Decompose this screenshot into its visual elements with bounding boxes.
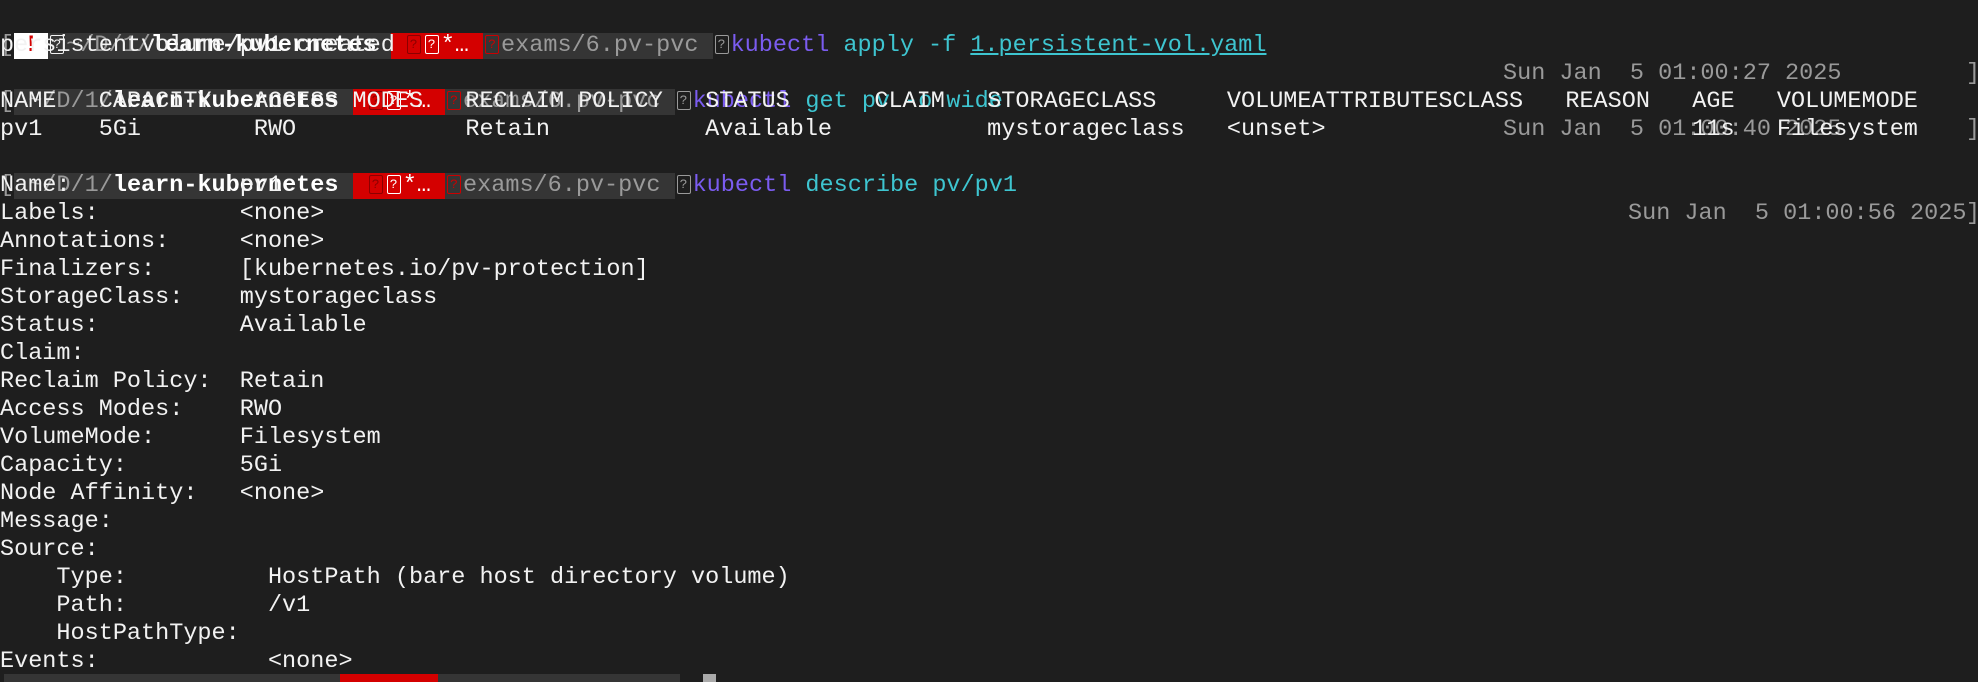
describe-line: VolumeMode: Filesystem xyxy=(0,424,381,451)
describe-line: Finalizers: [kubernetes.io/pv-protection… xyxy=(0,256,649,283)
table-header: NAME CAPACITY ACCESS MODES RECLAIM POLIC… xyxy=(0,88,1918,115)
describe-line: Status: Available xyxy=(0,312,367,339)
prompt-line-1: [!? ~/D/1/learn-kubernetes ?? *… ? exams/6.… xyxy=(0,4,1978,87)
describe-line: Source: xyxy=(0,536,99,563)
next-prompt-bar xyxy=(4,674,680,682)
describe-line: Name: pv1 xyxy=(0,172,283,199)
describe-line: Reclaim Policy: Retain xyxy=(0,368,325,395)
describe-line: Labels: <none> xyxy=(0,200,325,227)
cursor xyxy=(703,674,716,682)
describe-line: Message: xyxy=(0,508,113,535)
describe-line: Path: /v1 xyxy=(0,592,311,619)
table-row: pv1 5Gi RWO Retain Available mystoragecl… xyxy=(0,116,1918,143)
output-line: persistentvolume/pv1 created xyxy=(0,32,395,59)
describe-line: Capacity: 5Gi xyxy=(0,452,283,479)
prompt-line-2: [ ~/D/1/learn-kubernetes ?? *… ? exams/6.p… xyxy=(0,88,1978,143)
describe-line: Node Affinity: <none> xyxy=(0,480,325,507)
describe-line: Access Modes: RWO xyxy=(0,396,283,423)
describe-line: HostPathType: xyxy=(0,620,240,647)
describe-line: StorageClass: mystorageclass xyxy=(0,284,438,311)
describe-line: Claim: xyxy=(0,340,85,367)
describe-line: Type: HostPath (bare host directory volu… xyxy=(0,564,790,591)
describe-line: Events: <none> xyxy=(0,648,353,675)
prompt-line-3: [ ~/D/1/learn-kubernetes ?? *… ? exams/6.p… xyxy=(0,172,1978,227)
describe-line: Annotations: <none> xyxy=(0,228,325,255)
